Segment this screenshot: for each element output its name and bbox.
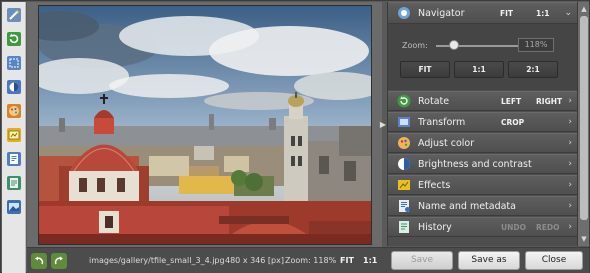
section-effects-label: Effects [418,179,451,191]
section-rotate-label: Rotate [418,95,450,107]
status-1to1-action[interactable]: 1:1 [363,256,377,265]
section-transform-label: Transform [418,116,466,128]
chevron-right-icon: › [568,96,572,106]
palette-icon[interactable] [4,101,24,121]
image-editor-window: ▶ Navigator FIT 1:1 ⌄ Zoom: 118% FIT 1:1… [0,0,590,273]
zoom-slider-handle[interactable] [449,40,459,50]
redo-arrow-icon [54,256,63,265]
rotate-right-action[interactable]: RIGHT [536,97,562,106]
effects-icon[interactable] [4,125,24,145]
section-history[interactable]: History UNDO REDO › [388,217,578,237]
crop-icon[interactable] [4,53,24,73]
history-undo-action[interactable]: UNDO [501,223,526,232]
brightness-icon [396,156,412,172]
edited-photo[interactable] [38,5,372,245]
adjust-color-icon[interactable] [4,77,24,97]
scroll-down-icon[interactable]: ▼ [579,234,589,244]
status-bar: images/gallery/tfile_small_3_4.jpg 480 x… [27,247,589,273]
history-redo-action[interactable]: REDO [536,223,560,232]
chevron-down-icon[interactable]: ⌄ [564,8,572,18]
metadata-icon [396,198,412,214]
redo-button[interactable] [51,253,67,269]
history-icon [396,219,412,235]
rotate-icon[interactable] [4,29,24,49]
image-icon[interactable] [4,197,24,217]
status-fit-action[interactable]: FIT [340,256,354,265]
zoom-status: Zoom: 118% [285,256,337,265]
section-name-metadata[interactable]: Name and metadata › [388,196,578,216]
section-name-metadata-label: Name and metadata [418,200,516,212]
section-adjust-color[interactable]: Adjust color › [388,133,578,153]
zoom-value-field[interactable]: 118% [518,38,554,52]
history-icon[interactable] [4,173,24,193]
zoom-label: Zoom: [402,41,428,50]
section-transform[interactable]: Transform CROP › [388,112,578,132]
nav-1to1-button[interactable]: 1:1 [454,61,504,78]
section-history-label: History [418,221,452,233]
chevron-right-icon: › [568,117,572,127]
navigator-1to1-action[interactable]: 1:1 [536,9,549,18]
rotate-icon [396,93,412,109]
close-button[interactable]: Close [525,251,583,270]
effects-icon [396,177,412,193]
transform-icon [396,114,412,130]
navigator-title: Navigator [418,7,465,19]
transform-crop-action[interactable]: CROP [501,118,524,127]
section-brightness-contrast[interactable]: Brightness and contrast › [388,154,578,174]
scroll-thumb[interactable] [580,16,588,220]
section-effects[interactable]: Effects › [388,175,578,195]
chevron-right-icon: › [568,159,572,169]
image-dimensions: 480 x 346 [px] [225,256,284,265]
section-brightness-contrast-label: Brightness and contrast [418,158,532,170]
chevron-right-icon: › [568,222,572,232]
rotate-left-action[interactable]: LEFT [501,97,521,106]
chevron-right-icon: › [568,138,572,148]
navigator-body: Zoom: 118% FIT 1:1 2:1 [388,24,578,90]
scroll-up-icon[interactable]: ▲ [579,4,589,14]
image-canvas[interactable] [27,2,382,247]
chevron-right-icon: › [568,201,572,211]
navigator-icon [396,5,412,21]
nav-fit-button[interactable]: FIT [400,61,450,78]
save-button[interactable]: Save [391,251,453,270]
section-adjust-color-label: Adjust color [418,137,475,149]
info-icon[interactable] [4,149,24,169]
save-as-button[interactable]: Save as [458,251,520,270]
section-rotate[interactable]: Rotate LEFT RIGHT › [388,91,578,111]
undo-button[interactable] [31,253,47,269]
chevron-right-icon: › [568,180,572,190]
nav-2to1-button[interactable]: 2:1 [508,61,558,78]
undo-arrow-icon [35,256,44,265]
adjust-color-icon [396,135,412,151]
tool-sidebar [2,2,26,273]
magic-wand-icon[interactable] [4,5,24,25]
file-path: images/gallery/tfile_small_3_4.jpg [89,256,225,265]
panel-scrollbar[interactable]: ▲ ▼ [577,2,589,246]
navigator-header[interactable]: Navigator FIT 1:1 ⌄ [388,2,578,24]
navigator-fit-action[interactable]: FIT [500,9,513,18]
collapse-panel-arrow-icon[interactable]: ▶ [379,119,387,131]
editor-panel: Navigator FIT 1:1 ⌄ Zoom: 118% FIT 1:1 2… [387,2,578,246]
